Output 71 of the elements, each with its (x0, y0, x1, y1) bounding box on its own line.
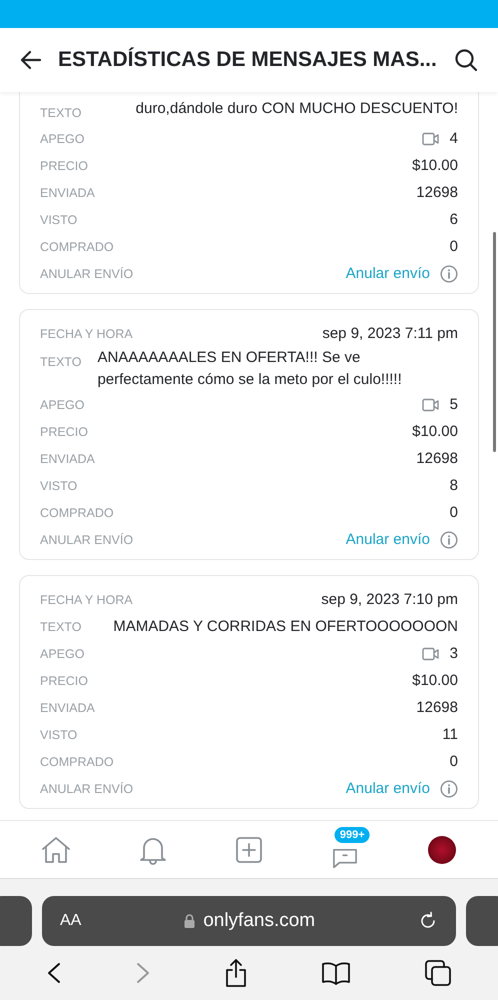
tab-preview[interactable] (466, 896, 498, 946)
field-label: PRECIO (40, 674, 88, 688)
field-label: ENVIADA (40, 700, 95, 714)
field-value: $10.00 (412, 156, 458, 176)
field-value: 12698 (416, 698, 458, 718)
home-icon[interactable] (40, 834, 72, 864)
back-arrow-icon[interactable] (20, 50, 42, 70)
message-text: duro,dándole duro CON MUCHO DESCUENTO! (136, 99, 458, 119)
tabs-icon[interactable] (424, 959, 452, 987)
field-value: MAMADAS Y CORRIDAS EN OFERTOOOOOOON (113, 616, 458, 636)
profile-avatar[interactable] (428, 836, 456, 864)
chat-icon[interactable] (331, 846, 360, 870)
field-label: FECHA Y HORA (40, 592, 133, 606)
field-value: $10.00 (412, 422, 458, 442)
field-value: 0 (450, 236, 458, 256)
field-value: sep 9, 2023 7:10 pm (321, 590, 458, 610)
bookmarks-icon[interactable] (320, 961, 351, 985)
field-label: ENVIADA (40, 186, 95, 200)
field-label: APEGO (40, 132, 84, 146)
page-title: ESTADÍSTICAS DE MENSAJES MAS... (58, 48, 438, 72)
field-label: APEGO (40, 646, 84, 660)
field-value: sep 9, 2023 7:11 pm (322, 324, 458, 344)
field-label: ANULAR ENVÍO (40, 782, 134, 796)
attachment-count: 5 (450, 394, 458, 414)
add-icon[interactable] (234, 836, 263, 864)
back-icon[interactable] (46, 961, 62, 985)
field-value: 8 (450, 476, 458, 496)
notification-badge: 999+ (334, 826, 370, 842)
cancel-send-link[interactable]: Anular envío (346, 780, 430, 797)
info-icon[interactable] (440, 780, 458, 798)
attachment-count: 3 (450, 644, 458, 664)
field-label: VISTO (40, 728, 78, 742)
field-label: COMPRADO (40, 240, 114, 254)
tab-preview[interactable] (0, 896, 32, 946)
address-bar[interactable]: AA onlyfans.com (42, 896, 456, 946)
field-label: VISTO (40, 212, 78, 226)
field-value: $10.00 (412, 670, 458, 690)
field-value: 6 (450, 210, 458, 230)
attachment-count: 4 (450, 128, 458, 148)
field-label: ENVIADA (40, 452, 95, 466)
field-label: TEXTO (40, 105, 82, 120)
video-icon (422, 398, 440, 412)
field-label: PRECIO (40, 424, 88, 438)
field-label: TEXTO (40, 620, 82, 634)
field-label: COMPRADO (40, 754, 114, 768)
forward-icon[interactable] (135, 961, 152, 985)
field-value: 12698 (416, 448, 458, 468)
cancel-send-link[interactable]: Anular envío (346, 531, 430, 548)
field-label: VISTO (40, 478, 78, 492)
field-label: ANULAR ENVÍO (40, 266, 134, 280)
field-value: 0 (450, 752, 458, 772)
field-label: FECHA Y HORA (40, 326, 133, 340)
cancel-send-link[interactable]: Anular envío (346, 265, 430, 282)
field-value: 11 (442, 724, 458, 744)
share-icon[interactable] (224, 958, 248, 988)
field-value: 12698 (416, 182, 458, 202)
field-label: COMPRADO (40, 506, 114, 520)
field-label: TEXTO (40, 354, 82, 369)
video-icon (422, 646, 440, 660)
lock-icon (184, 914, 196, 928)
info-icon[interactable] (440, 264, 458, 282)
field-value: 0 (450, 502, 458, 522)
search-icon[interactable] (454, 48, 478, 72)
url-text: onlyfans.com (203, 910, 316, 932)
text-size-button[interactable]: AA (60, 912, 82, 930)
message-text: ANAAAAAAALES EN OFERTA!!! Se ve perfectamente cómo se la meto por el culo!!!!! (97, 348, 403, 390)
info-icon[interactable] (440, 530, 458, 548)
field-label: PRECIO (40, 158, 88, 172)
video-icon (422, 132, 440, 146)
field-label: ANULAR ENVÍO (40, 532, 134, 546)
field-label: APEGO (40, 398, 84, 412)
